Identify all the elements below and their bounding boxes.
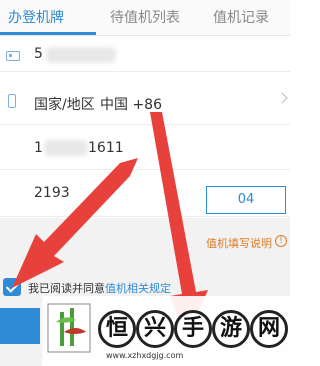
agreement-label: 我已阅读并同意 — [28, 282, 105, 295]
tab-checkin-list[interactable]: 待值机列表 — [110, 7, 180, 27]
info-icon: ! — [275, 235, 287, 247]
id-number-field[interactable]: 5 — [0, 37, 290, 72]
id-card-icon — [6, 51, 20, 61]
agree-checkbox[interactable] — [3, 278, 21, 296]
id-number-redaction — [46, 47, 116, 63]
submit-button[interactable] — [0, 308, 40, 344]
watermark-char: 游 — [212, 310, 250, 348]
checkin-instructions-link[interactable]: 值机填写说明 — [206, 235, 272, 251]
watermark-url: www.xzhxdgjg.com — [106, 351, 184, 360]
watermark-char: 网 — [250, 310, 288, 348]
country-region-field[interactable]: 国家/地区 中国 +86 — [0, 80, 290, 125]
verification-code-value: 2193 — [34, 185, 70, 201]
watermark-char: 兴 — [136, 310, 174, 348]
id-number-value: 5 — [34, 46, 43, 62]
phone-suffix: 1611 — [88, 140, 124, 156]
agreement-text: 我已阅读并同意值机相关规定 — [28, 280, 171, 296]
active-tab-indicator — [0, 32, 96, 35]
phone-number-field[interactable]: 1 1611 — [0, 126, 290, 170]
watermark-char: 手 — [174, 310, 212, 348]
country-value: 中国 +86 — [100, 97, 162, 113]
chevron-right-icon — [276, 92, 288, 104]
tab-checkin-records[interactable]: 值机记录 — [213, 7, 269, 27]
tab-boarding-pass[interactable]: 办登机牌 — [8, 7, 64, 27]
watermark: 恒 兴 手 游 网 www.xzhxdgjg.com — [42, 296, 290, 366]
bamboo-logo-icon — [47, 303, 91, 353]
checkin-rules-link[interactable]: 值机相关规定 — [105, 282, 171, 295]
country-label: 国家/地区 — [34, 97, 95, 113]
phone-prefix: 1 — [34, 140, 43, 156]
phone-icon — [8, 94, 16, 108]
phone-redaction — [44, 140, 88, 156]
tab-bar: 办登机牌 待值机列表 值机记录 — [0, 0, 290, 36]
watermark-char: 恒 — [98, 310, 136, 348]
get-code-button[interactable]: 04 — [206, 186, 286, 214]
